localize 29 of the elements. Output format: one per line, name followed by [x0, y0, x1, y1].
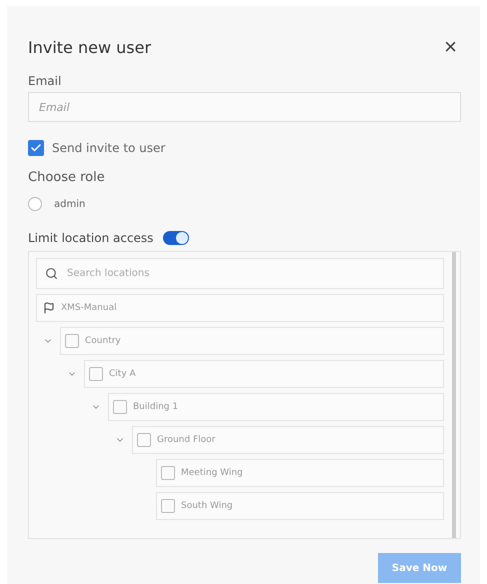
- location-row[interactable]: South Wing: [156, 492, 444, 520]
- radio-label: admin: [54, 198, 86, 210]
- radio-button[interactable]: [28, 197, 42, 211]
- search-field[interactable]: Search locations: [36, 258, 444, 289]
- email-label: Email: [28, 74, 62, 88]
- location-row[interactable]: Country: [60, 327, 444, 355]
- location-row[interactable]: Building 1: [108, 393, 444, 421]
- checkbox[interactable]: [28, 140, 44, 156]
- checkbox[interactable]: [161, 499, 175, 513]
- location-row[interactable]: Meeting Wing: [156, 459, 444, 487]
- toggle-switch[interactable]: [163, 231, 190, 245]
- checkbox[interactable]: [113, 400, 127, 414]
- check-icon: [30, 142, 42, 154]
- role-label: Choose role: [28, 170, 106, 185]
- location-row[interactable]: Ground Floor: [132, 426, 444, 454]
- checkbox-label: Send invite to user: [52, 141, 166, 155]
- search-icon: [45, 267, 58, 280]
- dialog-title: Invite new user: [28, 38, 152, 56]
- checkbox[interactable]: [65, 334, 79, 348]
- toggle-label: Limit location access: [28, 231, 154, 245]
- scrollbar[interactable]: [452, 252, 456, 538]
- checkbox[interactable]: [137, 433, 151, 447]
- checkbox[interactable]: [161, 466, 175, 480]
- location-row[interactable]: City A: [84, 360, 444, 388]
- close-button[interactable]: ×: [440, 34, 461, 60]
- root-location-row[interactable]: XMS-Manual: [36, 294, 444, 322]
- flag-icon: [43, 302, 55, 314]
- email-field[interactable]: Email: [28, 92, 461, 122]
- checkbox[interactable]: [89, 367, 103, 381]
